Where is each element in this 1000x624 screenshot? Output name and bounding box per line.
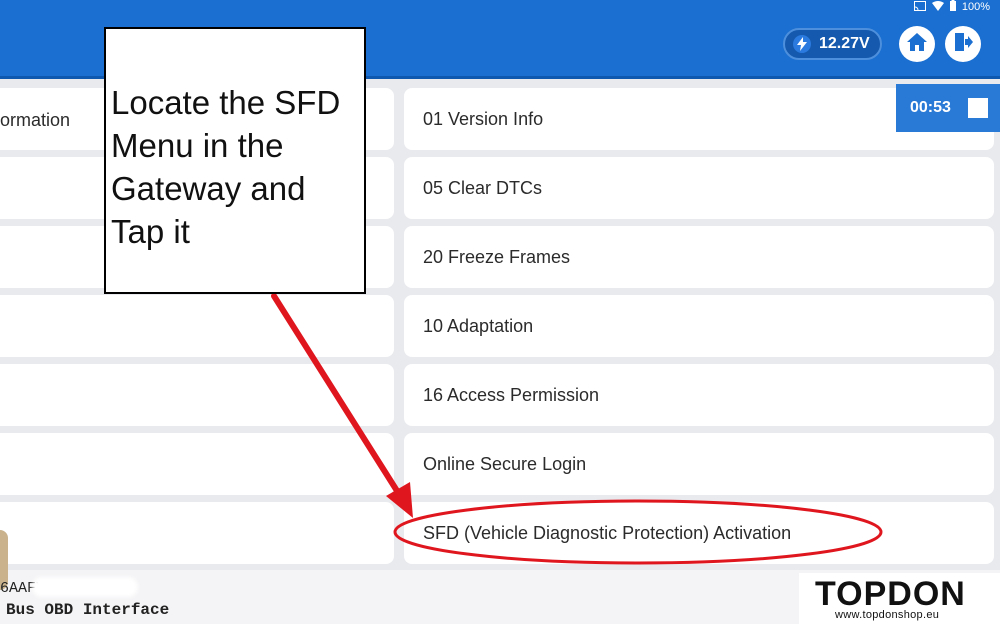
topdon-logo: TOPDON www.topdonshop.eu	[799, 573, 1000, 624]
vin-redaction	[32, 577, 138, 597]
instruction-callout: Locate the SFD Menu in the Gateway and T…	[104, 27, 366, 294]
annotation-arrow-shaft	[271, 293, 402, 497]
callout-text: Locate the SFD Menu in the Gateway and T…	[111, 84, 341, 250]
annotation-arrow-head	[386, 482, 413, 518]
highlight-ellipse	[393, 499, 883, 565]
bus-interface-label: Bus OBD Interface	[6, 601, 170, 619]
logo-url: www.topdonshop.eu	[835, 609, 940, 621]
